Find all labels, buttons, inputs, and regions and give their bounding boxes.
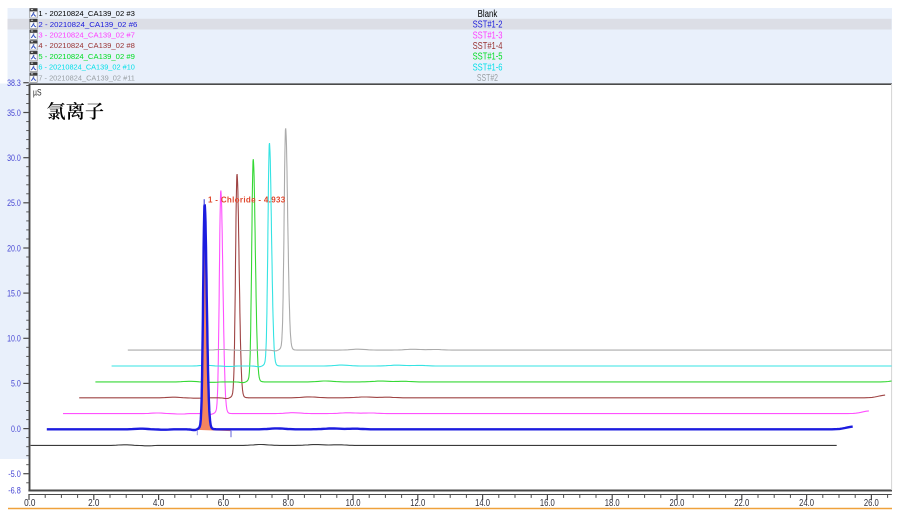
svg-text:SST#2: SST#2 (477, 73, 498, 84)
svg-text:1 - Chloride - 4.933: 1 - Chloride - 4.933 (208, 195, 286, 204)
svg-text:7 - 20210824_CA139_02 #11: 7 - 20210824_CA139_02 #11 (38, 73, 134, 82)
svg-text:20.0: 20.0 (7, 243, 21, 254)
svg-text:24.0: 24.0 (799, 497, 814, 509)
svg-text:10.0: 10.0 (346, 497, 361, 509)
svg-text:SST#1-4: SST#1-4 (473, 41, 503, 52)
svg-text:SST#1-6: SST#1-6 (473, 63, 503, 74)
svg-text:0.0: 0.0 (24, 497, 36, 509)
svg-text:SST#1-5: SST#1-5 (473, 52, 503, 63)
svg-text:14.0: 14.0 (475, 497, 490, 509)
svg-text:5.0: 5.0 (11, 379, 21, 390)
svg-text:20.0: 20.0 (670, 497, 685, 509)
svg-text:3 - 20210824_CA139_02 #7: 3 - 20210824_CA139_02 #7 (38, 31, 135, 40)
svg-text:0.0: 0.0 (11, 424, 21, 435)
svg-text:12.0: 12.0 (410, 497, 425, 509)
svg-text:8.0: 8.0 (283, 497, 295, 509)
svg-text:16.0: 16.0 (540, 497, 555, 509)
svg-text:18.0: 18.0 (605, 497, 620, 509)
svg-text:25.0: 25.0 (7, 198, 21, 209)
svg-text:-5.0: -5.0 (8, 469, 21, 480)
svg-text:4 - 20210824_CA139_02 #8: 4 - 20210824_CA139_02 #8 (38, 41, 135, 50)
svg-text:2 - 20210824_CA139_02 #6: 2 - 20210824_CA139_02 #6 (38, 20, 137, 29)
svg-text:22.0: 22.0 (734, 497, 749, 509)
svg-text:1 - 20210824_CA139_02 #3: 1 - 20210824_CA139_02 #3 (38, 9, 135, 18)
svg-text:-6.8: -6.8 (8, 485, 21, 496)
svg-text:SST#1-2: SST#1-2 (473, 20, 503, 31)
svg-text:µS: µS (33, 87, 42, 97)
svg-text:38.3: 38.3 (7, 78, 21, 89)
svg-text:2.0: 2.0 (88, 497, 100, 509)
svg-text:6 - 20210824_CA139_02 #10: 6 - 20210824_CA139_02 #10 (38, 63, 134, 72)
svg-text:4.0: 4.0 (153, 497, 165, 509)
svg-text:15.0: 15.0 (7, 288, 21, 299)
svg-text:10.0: 10.0 (7, 334, 21, 345)
svg-text:Blank: Blank (478, 9, 498, 20)
svg-text:SST#1-3: SST#1-3 (473, 30, 503, 41)
svg-text:6.0: 6.0 (218, 497, 230, 509)
svg-text:26.0: 26.0 (864, 497, 879, 509)
svg-text:35.0: 35.0 (7, 108, 21, 119)
svg-text:5 - 20210824_CA139_02 #9: 5 - 20210824_CA139_02 #9 (38, 52, 135, 61)
svg-text:30.0: 30.0 (7, 153, 21, 164)
